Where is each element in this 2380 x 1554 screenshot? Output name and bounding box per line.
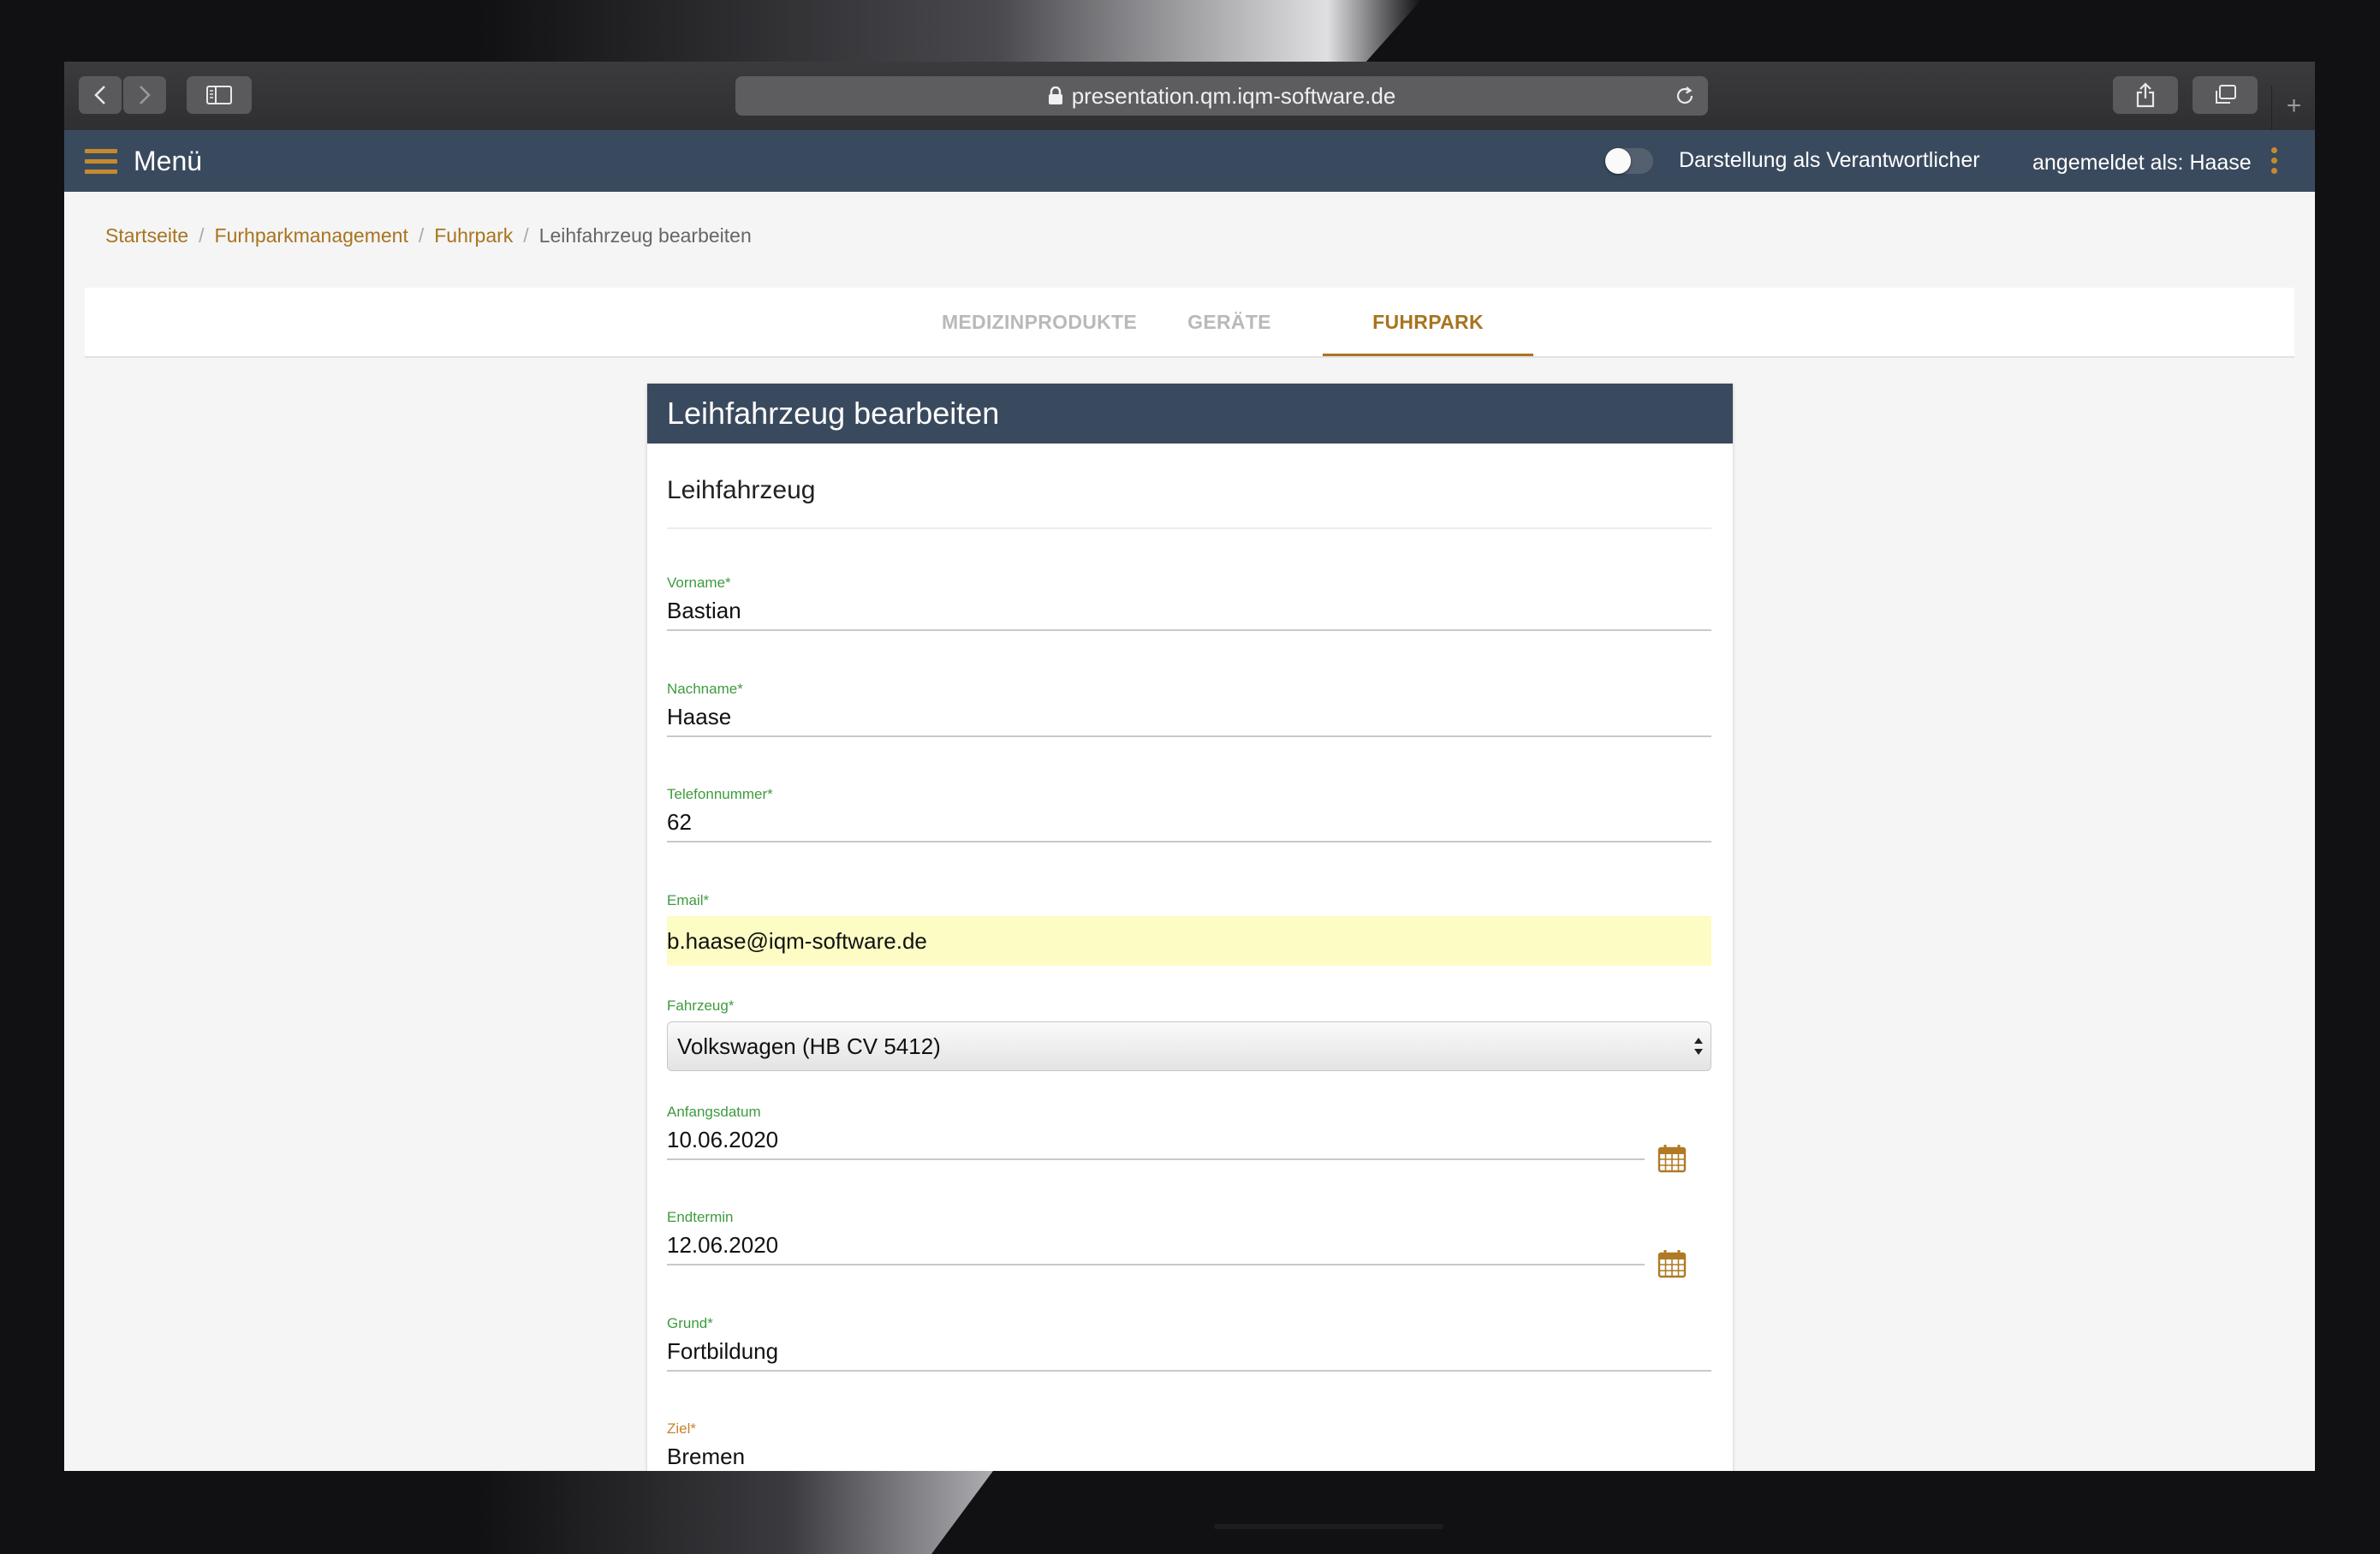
endtermin-label: Endtermin [667,1209,734,1225]
select-arrows-icon [1694,1038,1703,1055]
sidebar-toggle-button[interactable] [187,76,252,114]
back-button[interactable] [79,76,122,114]
nachname-label: Nachname* [667,681,743,697]
reload-icon[interactable] [1674,85,1696,107]
email-field: Email* b.haase@iqm-software.de [667,892,1711,966]
nachname-input[interactable]: Haase [667,698,1711,737]
breadcrumb-current: Leihfahrzeug bearbeiten [538,224,752,247]
tab-fuhrpark[interactable]: FUHRPARK [1323,288,1533,356]
breadcrumb-separator: / [418,224,425,247]
grund-label: Grund* [667,1315,713,1331]
vorname-field: Vorname* Bastian [667,575,1711,631]
endtermin-input[interactable]: 12.06.2020 [667,1226,1645,1265]
hamburger-icon[interactable] [85,149,117,175]
device-notch [1214,1524,1443,1529]
ziel-field: Ziel* Bremen [667,1420,1711,1471]
breadcrumb-separator: / [199,224,205,247]
email-label: Email* [667,892,710,908]
edit-form-card: Leihfahrzeug bearbeiten Leihfahrzeug Vor… [647,384,1733,1471]
breadcrumb-fuhrpark[interactable]: Fuhrpark [434,224,513,247]
toggle-knob [1605,148,1631,174]
section-title: Leihfahrzeug [667,476,816,504]
endtermin-field: Endtermin 12.06.2020 [667,1209,1711,1265]
vorname-label: Vorname* [667,575,731,591]
more-options-icon[interactable] [2271,147,2278,175]
browser-toolbar: presentation.qm.iqm-software.de + [64,62,2315,131]
breadcrumb-startseite[interactable]: Startseite [105,224,188,247]
anfangsdatum-label: Anfangsdatum [667,1104,761,1120]
nachname-field: Nachname* Haase [667,681,1711,737]
device-glare [479,0,1421,63]
toggle-label: Darstellung als Verantwortlicher [1679,148,1980,172]
new-tab-button[interactable]: + [2271,86,2315,130]
email-input[interactable]: b.haase@iqm-software.de [667,916,1711,966]
ziel-label: Ziel* [667,1420,697,1437]
app-header: Menü Darstellung als Verantwortlicher an… [64,130,2315,192]
tabs-icon [2216,85,2236,104]
url-text: presentation.qm.iqm-software.de [1071,82,1396,109]
chevron-left-icon [94,86,105,104]
telefon-input[interactable]: 62 [667,803,1711,842]
fahrzeug-field: Fahrzeug* Volkswagen (HB CV 5412) [667,997,1711,1071]
lock-icon [1048,86,1062,104]
chevron-right-icon [140,86,151,104]
grund-field: Grund* Fortbildung [667,1315,1711,1372]
anfangsdatum-field: Anfangsdatum 10.06.2020 [667,1104,1711,1160]
calendar-icon[interactable] [1657,1249,1687,1278]
address-bar[interactable]: presentation.qm.iqm-software.de [735,76,1708,116]
forward-button[interactable] [123,76,166,114]
anfangsdatum-input[interactable]: 10.06.2020 [667,1121,1645,1160]
breadcrumb: Startseite / Furhparkmanagement / Fuhrpark / L… [105,224,752,247]
ziel-input[interactable]: Bremen [667,1438,1711,1471]
form-title: Leihfahrzeug bearbeiten [647,384,1733,444]
screen: presentation.qm.iqm-software.de + Menü D… [64,62,2315,1471]
share-icon [2136,82,2155,108]
sidebar-icon [206,86,232,104]
share-button[interactable] [2113,76,2178,114]
grund-input[interactable]: Fortbildung [667,1332,1711,1372]
fahrzeug-selected-value: Volkswagen (HB CV 5412) [677,1033,941,1059]
responsible-view-toggle[interactable] [1605,148,1653,174]
telefon-label: Telefonnummer* [667,786,773,802]
menu-button[interactable]: Menü [134,146,202,177]
tab-medizinprodukte[interactable]: MEDIZINPRODUKTE [929,288,1150,356]
fahrzeug-select[interactable]: Volkswagen (HB CV 5412) [667,1021,1711,1071]
breadcrumb-furhparkmanagement[interactable]: Furhparkmanagement [215,224,408,247]
device-frame: presentation.qm.iqm-software.de + Menü D… [0,0,2380,1554]
breadcrumb-separator: / [523,224,529,247]
module-tabs: MEDIZINPRODUKTE GERÄTE FUHRPARK [85,288,2294,358]
section-divider [667,527,1711,529]
logged-in-user: angemeldet als: Haase [2032,151,2252,175]
device-glare [479,1471,993,1554]
vorname-input[interactable]: Bastian [667,592,1711,631]
tab-geraete[interactable]: GERÄTE [1158,288,1300,356]
fahrzeug-label: Fahrzeug* [667,997,735,1014]
telefon-field: Telefonnummer* 62 [667,786,1711,842]
calendar-icon[interactable] [1657,1144,1687,1173]
tabs-overview-button[interactable] [2193,76,2258,114]
